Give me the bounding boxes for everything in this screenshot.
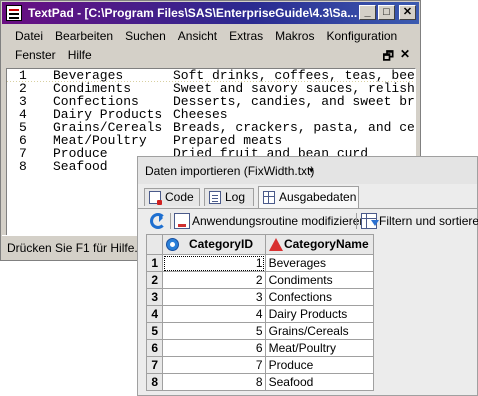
cell-categoryname[interactable]: Confections	[264, 288, 375, 306]
menu-makros[interactable]: Makros	[269, 28, 320, 45]
cell-categoryname[interactable]: Grains/Cereals	[264, 322, 375, 340]
tab-label: Log	[225, 190, 246, 204]
refresh-icon[interactable]	[150, 213, 166, 229]
menu-fenster[interactable]: Fenster	[9, 47, 62, 64]
maximize-button[interactable]: □	[378, 5, 395, 20]
filter-icon	[361, 213, 379, 229]
panel-tabs: Code Log Ausgabedaten	[138, 186, 477, 209]
cell-categoryid[interactable]: 7	[162, 356, 266, 374]
chevron-down-icon[interactable]: ▾	[309, 165, 314, 176]
tab-label: Ausgabedaten	[279, 190, 357, 204]
row-header[interactable]: 7	[145, 356, 164, 374]
cell-categoryid[interactable]: 3	[162, 288, 266, 306]
panel-header[interactable]: Daten importieren (FixWidth.txt) ▾	[138, 157, 477, 184]
cell-categoryid[interactable]: 8	[162, 373, 266, 391]
panel-title: Daten importieren (FixWidth.txt)	[145, 164, 315, 178]
row-header[interactable]: 1	[145, 254, 164, 272]
menu-hilfe[interactable]: Hilfe	[62, 47, 98, 64]
row-header[interactable]: 5	[145, 322, 164, 340]
mdi-controls: 🗗 ✕	[383, 47, 410, 68]
menu-row-1: Datei Bearbeiten Suchen Ansicht Extras M…	[9, 28, 403, 45]
toolbar-separator	[170, 213, 171, 229]
table-row: 3 3 Confections	[145, 288, 375, 306]
cell-categoryname[interactable]: Dairy Products	[264, 305, 375, 323]
import-data-panel: Daten importieren (FixWidth.txt) ▾ Code …	[137, 156, 478, 396]
row-header[interactable]: 3	[145, 288, 164, 306]
grid-corner[interactable]	[145, 234, 164, 255]
table-row: 4 4 Dairy Products	[145, 305, 375, 323]
data-grid: CategoryID CategoryName 1 1 Beverages 2	[145, 234, 375, 391]
column-header-categoryname[interactable]: CategoryName	[264, 234, 375, 255]
cell-categoryid[interactable]: 1	[162, 254, 266, 272]
column-header-categoryid[interactable]: CategoryID	[162, 234, 266, 255]
cell-categoryid[interactable]: 2	[162, 271, 266, 289]
menu-row-2: Fenster Hilfe	[9, 47, 98, 64]
line-number: 8	[19, 159, 27, 174]
cell-categoryid[interactable]: 5	[162, 322, 266, 340]
modify-icon	[174, 213, 190, 229]
table-row: 2 2 Condiments	[145, 271, 375, 289]
header-wrap: CategoryName	[266, 235, 373, 254]
log-icon	[209, 191, 221, 204]
data-toolbar: Anwendungsroutine modifizieren Filtern u…	[138, 210, 478, 232]
row-header[interactable]: 6	[145, 339, 164, 357]
menu-ansicht[interactable]: Ansicht	[172, 28, 223, 45]
menu-suchen[interactable]: Suchen	[119, 28, 172, 45]
tab-code[interactable]: Code	[144, 188, 200, 206]
character-column-icon	[268, 238, 283, 251]
menu-extras[interactable]: Extras	[223, 28, 269, 45]
cell-categoryname[interactable]: Seafood	[264, 373, 375, 391]
table-icon	[263, 191, 275, 204]
toolbar-separator	[356, 213, 357, 229]
row-header[interactable]: 4	[145, 305, 164, 323]
menu-bearbeiten[interactable]: Bearbeiten	[49, 28, 119, 45]
textpad-title: TextPad - [C:\Program Files\SAS\Enterpri…	[28, 6, 358, 20]
textpad-titlebar[interactable]: TextPad - [C:\Program Files\SAS\Enterpri…	[2, 2, 419, 24]
code-icon	[149, 191, 162, 205]
tab-ausgabedaten[interactable]: Ausgabedaten	[258, 186, 359, 208]
grid-header-row: CategoryID CategoryName	[145, 234, 375, 255]
cell-categoryid[interactable]: 6	[162, 339, 266, 357]
close-button[interactable]: ✕	[399, 5, 416, 20]
tab-log[interactable]: Log	[204, 188, 254, 206]
cell-categoryid[interactable]: 4	[162, 305, 266, 323]
filter-sort-label: Filtern und sortieren	[379, 214, 478, 228]
table-row: 8 8 Seafood	[145, 373, 375, 391]
line-category: Seafood	[53, 159, 108, 174]
textpad-app-icon[interactable]	[6, 5, 22, 21]
cell-categoryname[interactable]: Condiments	[264, 271, 375, 289]
menu-konfiguration[interactable]: Konfiguration	[320, 28, 403, 45]
cell-categoryname[interactable]: Beverages	[264, 254, 375, 272]
header-wrap: CategoryID	[163, 235, 264, 254]
menu-datei[interactable]: Datei	[9, 28, 49, 45]
window-controls: _ □ ✕	[359, 5, 416, 20]
menu-bar: Datei Bearbeiten Suchen Ansicht Extras M…	[9, 27, 416, 67]
table-row: 5 5 Grains/Cereals	[145, 322, 375, 340]
row-header[interactable]: 2	[145, 271, 164, 289]
cell-categoryname[interactable]: Produce	[264, 356, 375, 374]
restore-icon[interactable]: 🗗	[383, 47, 394, 68]
row-header[interactable]: 8	[145, 373, 164, 391]
table-row: 7 7 Produce	[145, 356, 375, 374]
table-row: 1 1 Beverages	[145, 254, 375, 272]
cell-categoryname[interactable]: Meat/Poultry	[264, 339, 375, 357]
modify-routine-button[interactable]: Anwendungsroutine modifizieren	[174, 210, 366, 232]
close-icon[interactable]: ✕	[400, 47, 410, 68]
table-row: 6 6 Meat/Poultry	[145, 339, 375, 357]
filter-sort-button[interactable]: Filtern und sortieren	[361, 210, 478, 232]
minimize-button[interactable]: _	[359, 5, 376, 20]
tab-label: Code	[165, 190, 194, 204]
modify-routine-label: Anwendungsroutine modifizieren	[192, 214, 367, 228]
